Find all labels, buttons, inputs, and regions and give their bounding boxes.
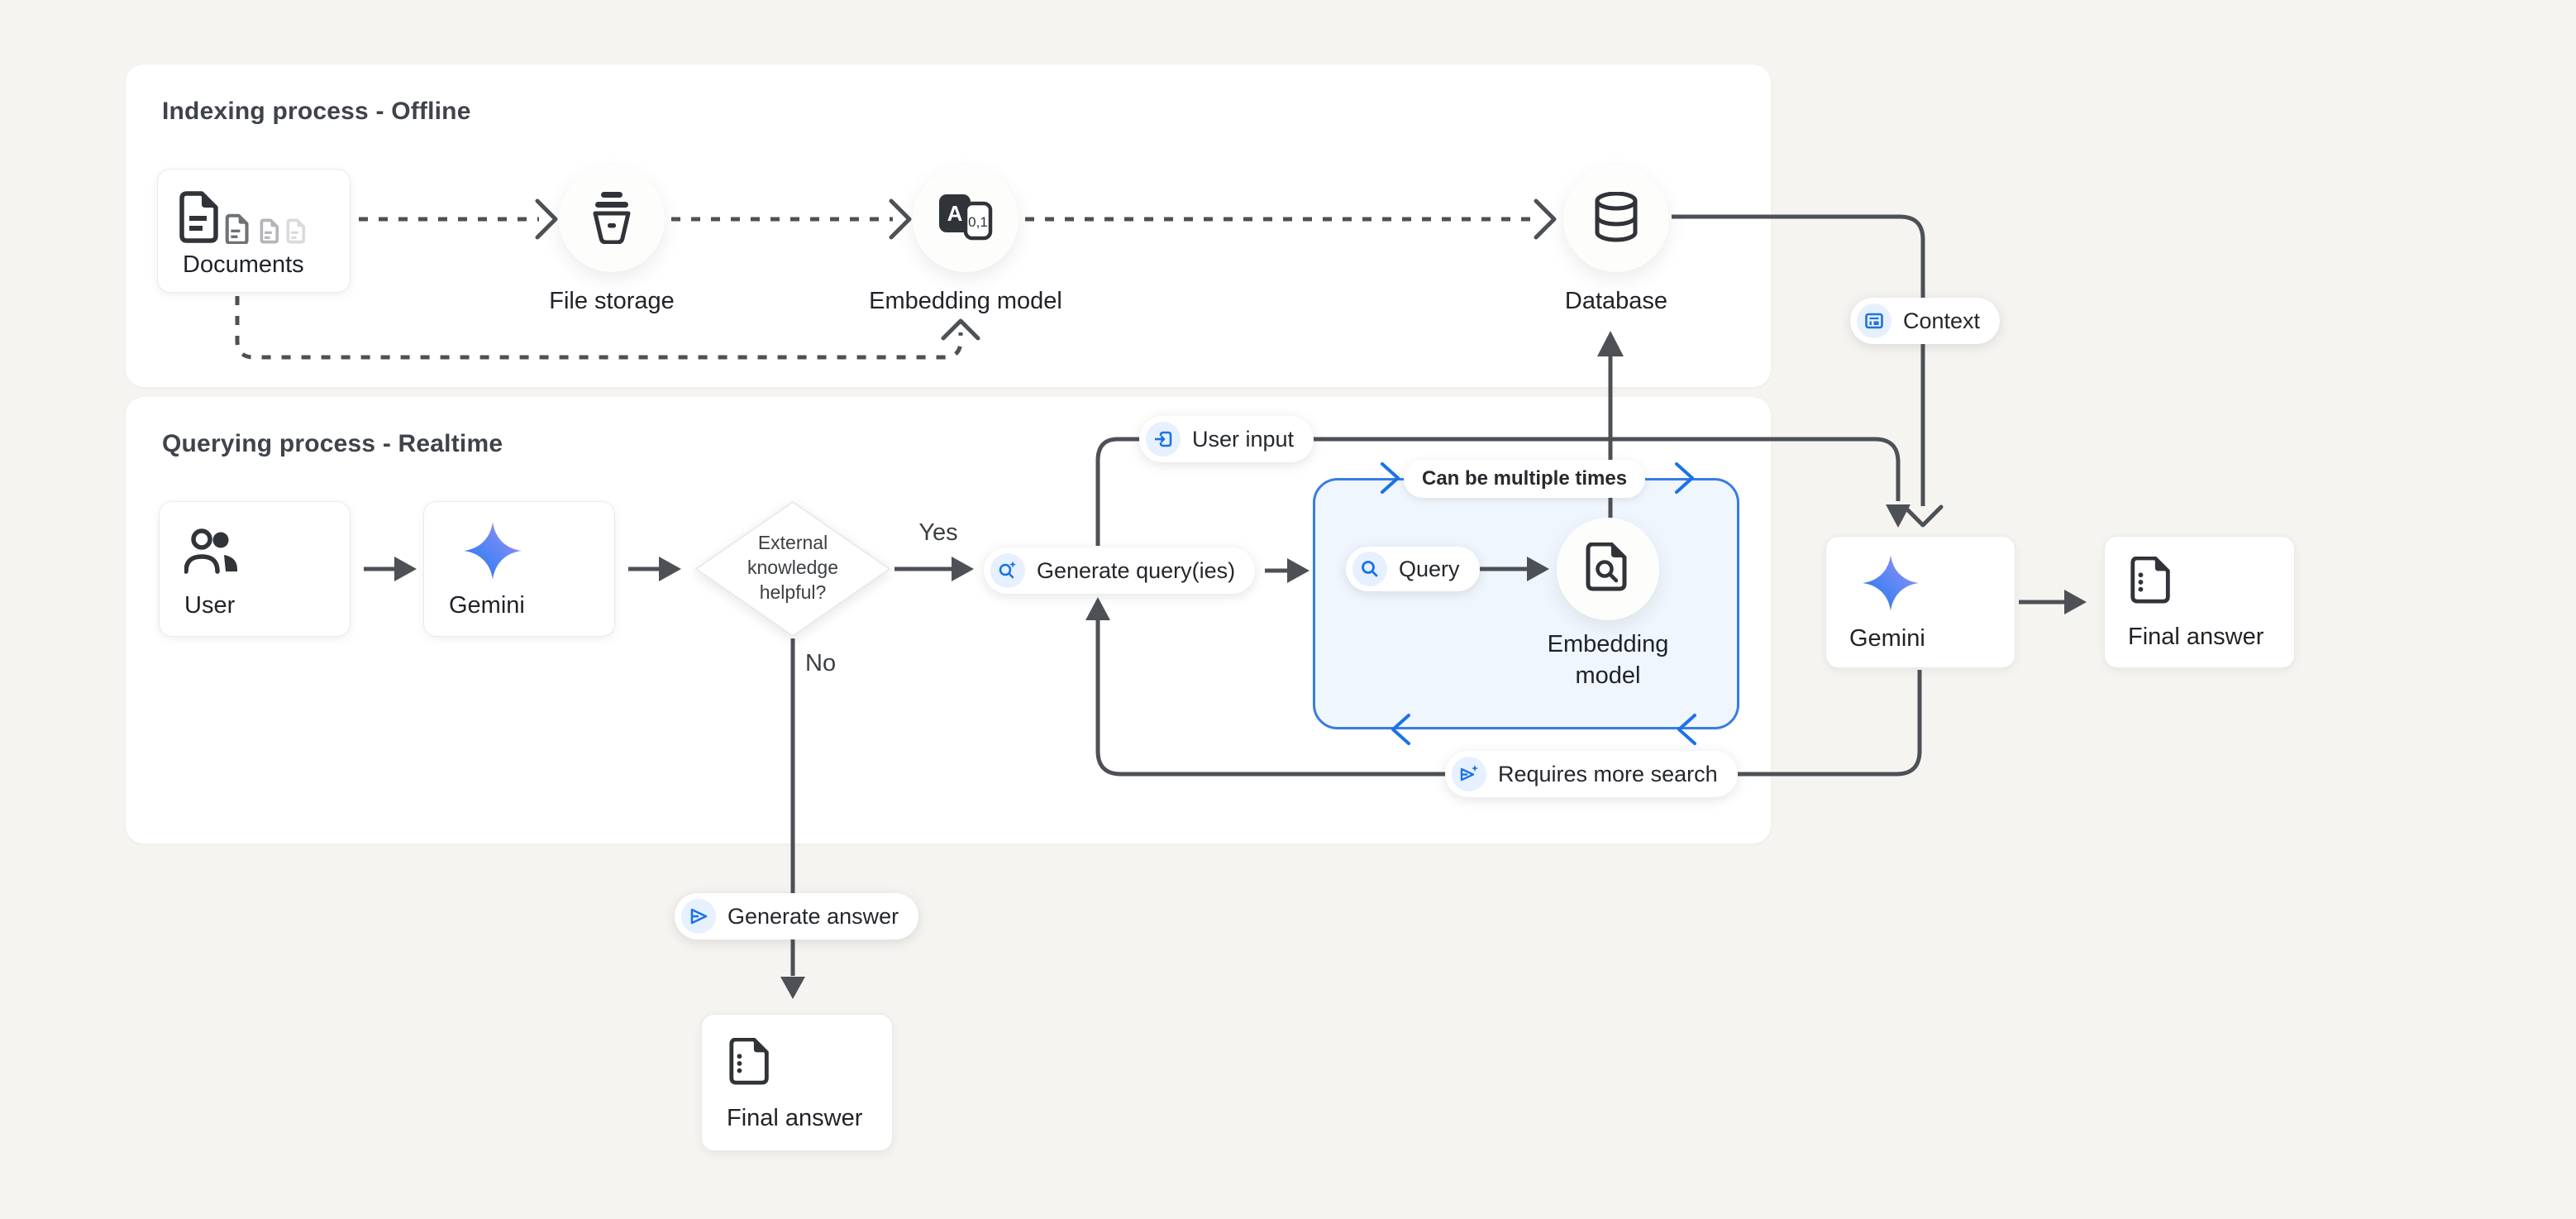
- generate-answer-pill: Generate answer: [675, 893, 918, 939]
- indexing-title: Indexing process - Offline: [162, 98, 471, 126]
- gemini-right-card: Gemini: [1825, 536, 2015, 668]
- rag-architecture-diagram: Indexing process - Offline Querying proc…: [0, 0, 2576, 1219]
- file-storage-node: [559, 166, 665, 272]
- send-spark-icon: [1452, 757, 1486, 791]
- can-be-multiple-times-note: Can be multiple times: [1404, 460, 1645, 498]
- storage-bucket-icon: [589, 191, 635, 248]
- gemini-star-icon: [464, 522, 522, 584]
- arrowhead: [659, 557, 681, 581]
- loop-chevron-left: [1679, 715, 1695, 743]
- arrowhead-chevron-up: [943, 321, 978, 338]
- user-card: User: [159, 501, 351, 637]
- querying-title: Querying process - Realtime: [162, 430, 503, 458]
- documents-card: Documents: [157, 169, 351, 293]
- svg-text:A: A: [947, 201, 963, 226]
- final-answer-right-card: Final answer: [2104, 536, 2295, 668]
- arrowhead: [1527, 557, 1549, 581]
- edge-userinput-generatequeries: [1098, 439, 1141, 546]
- send-icon: [681, 899, 716, 934]
- edge-label-yes: Yes: [905, 519, 971, 547]
- documents-stack-icon: [179, 191, 320, 248]
- user-input-pill: User input: [1139, 416, 1314, 462]
- arrowhead-chevron-down: [1905, 507, 1941, 525]
- documents-label: Documents: [183, 251, 304, 279]
- final-answer-bottom-card: Final answer: [701, 1014, 893, 1151]
- search-spark-icon: [990, 553, 1025, 588]
- database-icon: [1593, 192, 1639, 247]
- arrowhead: [1287, 558, 1309, 583]
- database-label: Database: [1492, 288, 1740, 315]
- arrowhead-chevron: [891, 201, 909, 237]
- context-pill-label: Context: [1903, 308, 1980, 334]
- edge-database-context-gemini: [1672, 217, 1923, 506]
- final-answer-right-label: Final answer: [2128, 624, 2264, 651]
- arrowhead-chevron: [537, 201, 556, 237]
- arrowhead-chevron: [1536, 201, 1554, 237]
- final-doc-icon: [727, 1038, 775, 1090]
- arrowhead: [780, 977, 805, 999]
- requires-more-search-pill: Requires more search: [1445, 751, 1738, 797]
- embedding-model-inner-label: Embedding model: [1525, 629, 1691, 691]
- generate-answer-label: Generate answer: [727, 904, 899, 930]
- text-to-number-icon: A 0,1: [938, 194, 993, 246]
- loop-chevron-right: [1382, 464, 1398, 492]
- generate-queries-pill: Generate query(ies): [984, 547, 1255, 594]
- generate-queries-label: Generate query(ies): [1037, 558, 1235, 584]
- file-search-icon: [1583, 543, 1633, 596]
- arrowhead: [1886, 504, 1911, 528]
- arrowhead: [2064, 590, 2087, 614]
- article-icon: [1857, 304, 1891, 338]
- users-icon: [184, 528, 241, 579]
- gemini-star-icon: [1863, 555, 1919, 615]
- arrowhead: [952, 557, 974, 581]
- file-storage-label: File storage: [488, 288, 736, 315]
- query-label: Query: [1399, 557, 1460, 582]
- context-pill: Context: [1850, 298, 2000, 344]
- input-icon: [1146, 422, 1181, 457]
- svg-text:0,1: 0,1: [968, 214, 988, 230]
- search-icon: [1352, 552, 1387, 586]
- gemini-left-label: Gemini: [449, 592, 525, 619]
- embedding-model-top-label: Embedding model: [842, 288, 1090, 315]
- edge-label-no: No: [805, 650, 836, 677]
- embedding-model-inner-node: [1557, 518, 1659, 620]
- gemini-left-card: Gemini: [423, 501, 615, 637]
- arrowhead: [394, 557, 417, 581]
- database-node: [1563, 166, 1669, 272]
- final-answer-bottom-label: Final answer: [727, 1105, 862, 1132]
- decision-question: External knowledge helpful?: [718, 530, 867, 605]
- gemini-right-label: Gemini: [1849, 625, 1925, 653]
- query-pill: Query: [1346, 547, 1480, 591]
- final-doc-icon: [2128, 557, 2176, 609]
- loop-chevron-left: [1393, 715, 1409, 743]
- loop-chevron-right: [1677, 464, 1692, 492]
- user-label: User: [184, 592, 235, 619]
- requires-more-search-label: Requires more search: [1498, 762, 1718, 787]
- arrowhead-up: [1085, 597, 1110, 620]
- user-input-label: User input: [1192, 427, 1294, 452]
- arrowhead-up: [1597, 331, 1624, 356]
- embedding-model-top-node: A 0,1: [913, 166, 1018, 272]
